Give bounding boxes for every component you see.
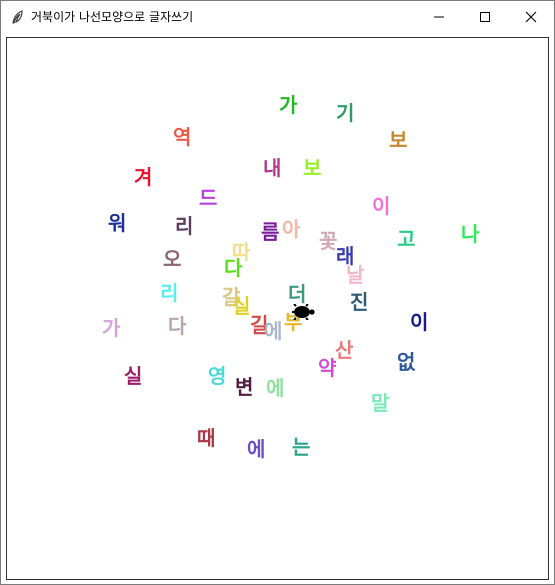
minimize-button[interactable] [416, 1, 462, 32]
canvas-word: 가 [102, 316, 121, 340]
canvas-word: 고 [397, 227, 416, 251]
minimize-icon [434, 16, 444, 18]
canvas-word: 말 [371, 391, 390, 415]
canvas-word: 내 [263, 156, 282, 180]
canvas-word: 드 [199, 186, 218, 210]
canvas-word: 에 [247, 437, 266, 461]
feather-icon [10, 9, 26, 25]
canvas-word: 이 [372, 194, 391, 218]
close-button[interactable] [508, 1, 554, 32]
canvas-word: 꽃 [319, 229, 338, 253]
canvas-word: 오 [163, 247, 182, 271]
canvas-word: 워 [108, 211, 127, 235]
canvas-word: 는 [292, 435, 311, 459]
canvas-word: 리 [160, 281, 179, 305]
canvas-word: 리 [175, 214, 194, 238]
canvas-word: 변 [235, 375, 254, 399]
canvas-word: 겨 [134, 165, 153, 189]
canvas-word: 다 [224, 256, 243, 280]
canvas-word: 보 [389, 128, 408, 152]
canvas-word: 에 [266, 376, 285, 400]
canvas-word: 나 [461, 222, 480, 246]
canvas-word: 아 [282, 217, 301, 241]
canvas-word: 실 [124, 364, 143, 388]
turtle-canvas[interactable]: 가 기 역 보 내 보 겨 드 이 워 리 름 아 꽃 고 나 오 따 래 다 … [6, 37, 549, 580]
canvas-word: 영 [208, 364, 227, 388]
canvas-word: 보 [303, 156, 322, 180]
canvas-word: 에 [264, 319, 283, 343]
canvas-word: 더 [288, 282, 307, 306]
close-icon [525, 11, 537, 23]
canvas-word: 역 [173, 125, 192, 149]
maximize-icon [480, 12, 490, 22]
maximize-button[interactable] [462, 1, 508, 32]
title-bar[interactable]: 거북이가 나선모양으로 글자쓰기 [1, 1, 554, 32]
canvas-word: 다 [168, 314, 187, 338]
canvas-word: 름 [261, 220, 280, 244]
canvas-word: 때 [197, 426, 216, 450]
turtle-graphics-window: 거북이가 나선모양으로 글자쓰기 가 기 역 보 내 보 겨 드 이 워 리 름… [0, 0, 555, 585]
turtle-icon [292, 304, 315, 320]
canvas-word: 진 [350, 290, 369, 314]
window-title: 거북이가 나선모양으로 글자쓰기 [31, 10, 194, 24]
canvas-word: 산 [335, 338, 354, 362]
canvas-word: 날 [346, 263, 365, 287]
canvas-word: 가 [279, 93, 298, 117]
canvas-word: 실 [232, 294, 251, 318]
canvas-word: 없 [397, 350, 416, 374]
canvas-word: 기 [336, 101, 355, 125]
canvas-word: 약 [318, 356, 337, 380]
canvas-word: 이 [410, 310, 429, 334]
